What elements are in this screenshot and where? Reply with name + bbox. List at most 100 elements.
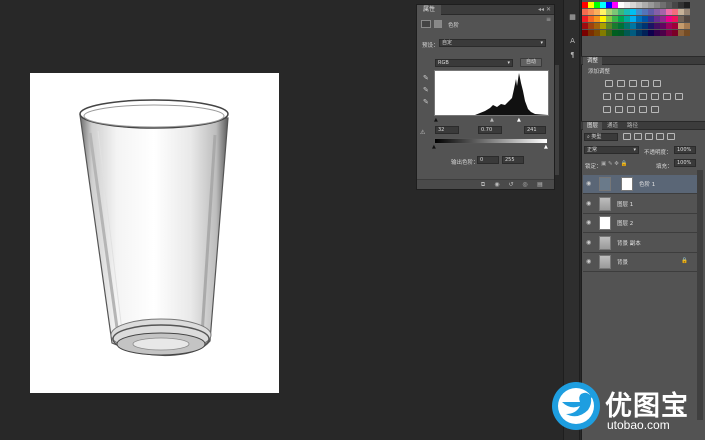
levels-adj-icon[interactable] — [617, 80, 625, 87]
layer-row[interactable]: ◉ 背景 🔒 — [583, 253, 697, 272]
filter-type-icon[interactable] — [645, 133, 653, 140]
eye-icon[interactable]: ◉ — [586, 220, 592, 226]
eye-icon[interactable]: ◉ — [586, 200, 592, 206]
document-canvas[interactable] — [30, 73, 279, 393]
output-gradient-bar — [434, 138, 548, 144]
black-point-slider-icon[interactable]: ▲ — [434, 117, 438, 123]
reset-icon[interactable]: ↺ — [507, 181, 515, 188]
output-white-field[interactable]: 255 — [502, 156, 524, 164]
view-previous-icon[interactable]: ◉ — [493, 181, 501, 188]
input-white-field[interactable]: 241 — [524, 126, 546, 134]
preset-select[interactable]: 自定 ▾ — [439, 39, 546, 47]
swatch[interactable] — [684, 23, 690, 29]
gradient-tri-icon[interactable] — [653, 80, 661, 87]
lookup-icon[interactable] — [675, 93, 683, 100]
layer-name: 色阶 1 — [639, 182, 656, 188]
properties-tabbar: 属性 ◂◂ ✕ — [417, 5, 554, 15]
character-panel-icon[interactable]: A — [567, 36, 578, 46]
gamma-slider-icon[interactable]: ▲ — [490, 117, 494, 123]
collapsed-panel-strip: ▦ A ¶ — [563, 0, 580, 440]
layer-thumbnail[interactable] — [599, 235, 611, 250]
posterize-icon[interactable] — [615, 106, 623, 113]
channel-select[interactable]: RGB ▾ — [435, 59, 513, 67]
curves-icon[interactable] — [629, 80, 637, 87]
blend-mode-select[interactable]: 正常 ▾ — [584, 146, 639, 154]
trash-icon[interactable]: ▤ — [536, 181, 544, 188]
white-point-slider-icon[interactable]: ▲ — [517, 117, 521, 123]
swatches-panel[interactable] — [582, 0, 693, 38]
properties-title: 色阶 — [448, 23, 460, 29]
panel-collapse-icon[interactable]: ◂◂ ✕ — [538, 5, 551, 15]
swatch[interactable] — [684, 16, 690, 22]
lock-icons[interactable]: ▣ ✎ ✥ 🔒 — [601, 161, 628, 167]
selective-color-icon[interactable] — [651, 106, 659, 113]
layer-thumbnail[interactable] — [599, 255, 611, 269]
tab-properties[interactable]: 属性 — [417, 5, 442, 15]
filter-pixel-icon[interactable] — [623, 133, 631, 140]
tab-paths[interactable]: 路径 — [623, 122, 642, 130]
clip-to-layer-icon[interactable]: ⧉ — [479, 181, 487, 188]
filter-adjustment-icon[interactable] — [634, 133, 642, 140]
eye-icon[interactable]: ◉ — [586, 181, 592, 187]
opacity-field[interactable]: 100% — [674, 146, 696, 154]
preset-value: 自定 — [442, 40, 453, 46]
tab-adjustments[interactable]: 调整 — [583, 57, 603, 65]
input-black-field[interactable]: 32 — [435, 126, 459, 134]
brightness-icon[interactable] — [605, 80, 613, 87]
layer-thumbnail[interactable] — [599, 196, 611, 211]
swatch[interactable] — [684, 9, 690, 15]
visibility-icon[interactable]: ◎ — [521, 181, 529, 188]
color-panel-icon[interactable]: ▦ — [567, 12, 578, 22]
panel-menu-icon[interactable]: ≡ — [546, 15, 551, 25]
layer-row[interactable]: ◉ 背景 副本 — [583, 233, 697, 253]
paragraph-panel-icon[interactable]: ¶ — [567, 50, 578, 60]
black-eyedropper-icon[interactable]: ✎ — [423, 75, 430, 82]
vibrance-icon[interactable] — [603, 93, 611, 100]
exposure-icon[interactable] — [641, 80, 649, 87]
output-levels-label: 输出色阶： — [451, 160, 479, 166]
mask-icon[interactable] — [434, 20, 442, 28]
layer-row[interactable]: ◉ 图层 1 — [583, 194, 697, 214]
tab-layers[interactable]: 图层 — [583, 122, 603, 130]
swatch[interactable] — [684, 30, 690, 36]
color-balance-icon[interactable] — [627, 93, 635, 100]
chevron-down-icon: ▾ — [540, 40, 543, 46]
layer-row[interactable]: ◉ 色阶 1 — [583, 175, 697, 194]
threshold-icon[interactable] — [627, 106, 635, 113]
input-gamma-field[interactable]: 0.70 — [478, 126, 502, 134]
swatch[interactable] — [684, 2, 690, 8]
fill-field[interactable]: 100% — [674, 159, 696, 167]
levels-icon — [421, 20, 431, 28]
layer-thumbnail[interactable] — [599, 216, 611, 230]
layer-mask-thumbnail[interactable] — [621, 177, 633, 191]
gray-eyedropper-icon[interactable]: ✎ — [423, 87, 430, 94]
chevron-down-icon: ▾ — [633, 147, 636, 153]
output-white-slider-icon[interactable]: ▲ — [544, 144, 548, 150]
layer-name: 图层 1 — [617, 201, 634, 208]
white-eyedropper-icon[interactable]: ✎ — [423, 99, 430, 106]
eye-icon[interactable]: ◉ — [586, 239, 592, 245]
layer-row[interactable]: ◉ 图层 2 — [583, 214, 697, 233]
clip-warning-icon[interactable]: ⚠ — [420, 129, 427, 136]
eye-icon[interactable]: ◉ — [586, 259, 592, 265]
blend-mode-value: 正常 — [587, 147, 598, 153]
channel-mixer-icon[interactable] — [663, 93, 671, 100]
layer-filter-value: 类型 — [591, 134, 602, 140]
histogram — [434, 70, 549, 116]
photo-filter-icon[interactable] — [651, 93, 659, 100]
hue-sat-icon[interactable] — [615, 93, 623, 100]
filter-smart-object-icon[interactable] — [667, 133, 675, 140]
channel-value: RGB — [438, 60, 449, 66]
auto-button[interactable]: 自动 — [520, 58, 542, 67]
filter-shape-icon[interactable] — [656, 133, 664, 140]
add-adjustment-label: 添加调整 — [588, 69, 611, 75]
lock-icon[interactable]: 🔒 — [681, 258, 688, 264]
gradient-map-icon[interactable] — [639, 106, 647, 113]
tab-channels[interactable]: 通道 — [603, 122, 622, 130]
layer-filter-select[interactable]: ⌕ 类型 — [584, 133, 618, 141]
invert-icon[interactable] — [603, 106, 611, 113]
output-black-slider-icon[interactable]: ▲ — [432, 144, 436, 150]
properties-scrollbar[interactable] — [555, 65, 559, 175]
black-white-icon[interactable] — [639, 93, 647, 100]
output-black-field[interactable]: 0 — [477, 156, 499, 164]
